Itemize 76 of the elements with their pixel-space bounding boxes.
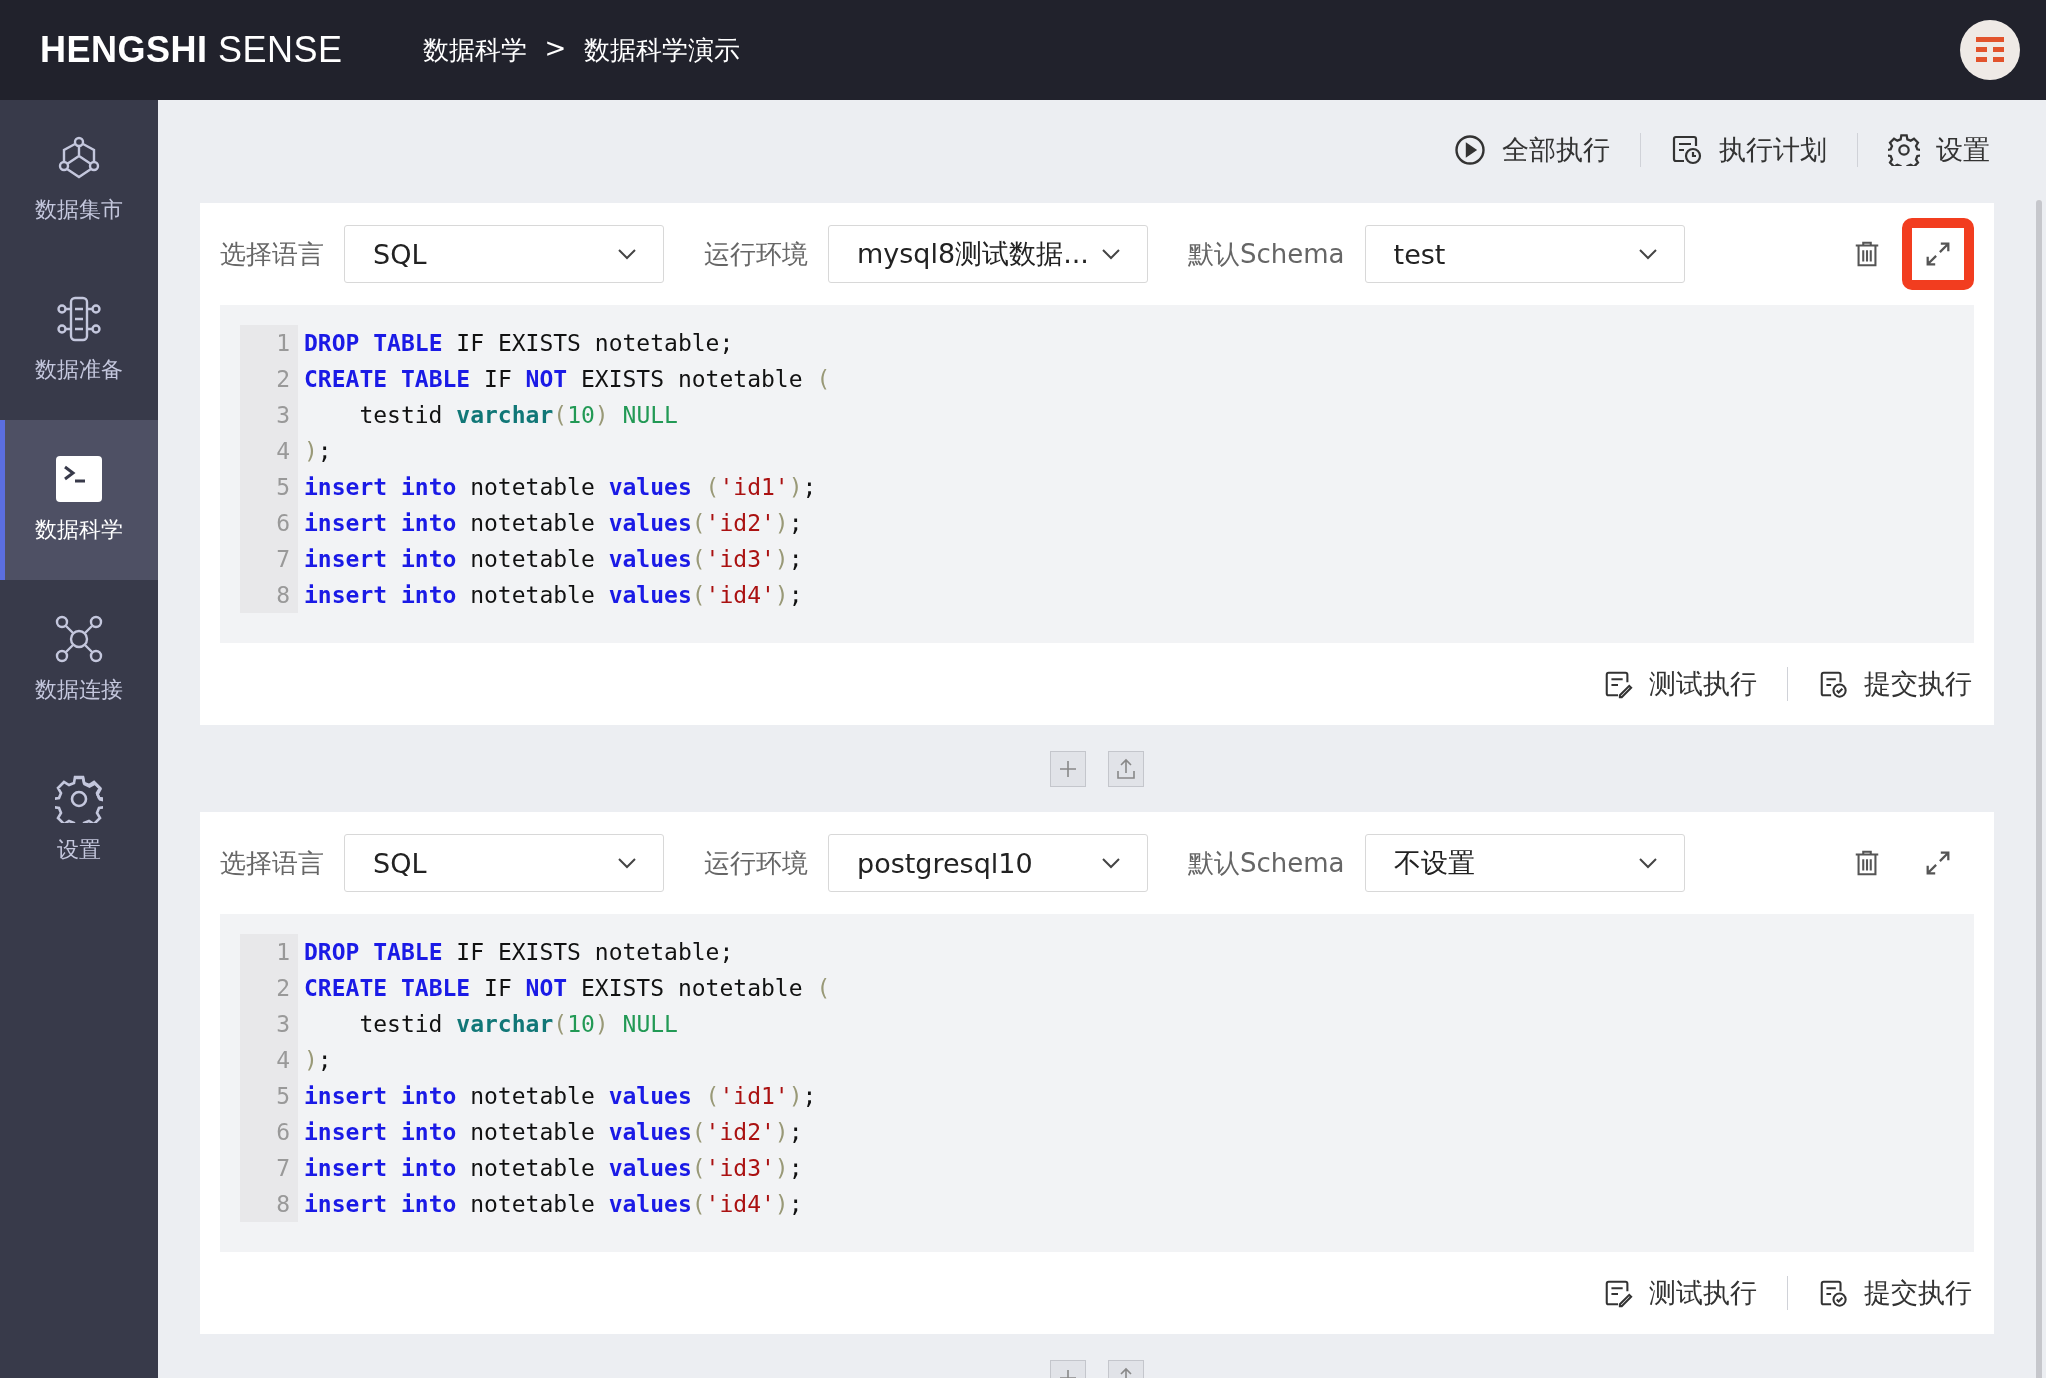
schema-select[interactable]: test: [1364, 225, 1685, 283]
code-line: DROP TABLE IF EXISTS notetable;: [304, 329, 735, 358]
line-number: 7: [276, 545, 290, 574]
code-line: );: [304, 437, 333, 466]
upload-icon: [1114, 756, 1138, 781]
sidebar-item[interactable]: 数据科学: [0, 420, 158, 580]
line-number: 5: [276, 473, 290, 502]
expand-button[interactable]: [1902, 218, 1974, 290]
line-number: 8: [276, 1190, 290, 1219]
field-label: 选择语言: [220, 237, 324, 271]
line-number: 3: [276, 1010, 290, 1039]
code-line: insert into notetable values ('id1');: [304, 473, 818, 502]
code-line: CREATE TABLE IF NOT EXISTS notetable (: [304, 974, 831, 1003]
settings-icon: [1888, 134, 1920, 166]
field-label: 默认Schema: [1188, 237, 1345, 271]
sidebar-item[interactable]: 数据准备: [0, 260, 158, 420]
line-number: 1: [276, 329, 290, 358]
code-line: insert into notetable values('id3');: [304, 545, 804, 574]
code-line: testid varchar(10) NULL: [358, 1010, 679, 1039]
line-number: 6: [276, 1118, 290, 1147]
line-number: 4: [276, 437, 290, 466]
settings-icon: [55, 775, 103, 823]
document-check-icon: [1818, 669, 1848, 699]
schema-select[interactable]: 不设置: [1364, 834, 1685, 892]
sidebar-item[interactable]: 数据连接: [0, 580, 158, 740]
line-number: 3: [276, 401, 290, 430]
environment-select[interactable]: postgresql10: [828, 834, 1148, 892]
terminal-icon: [55, 455, 103, 503]
code-line: testid varchar(10) NULL: [358, 401, 679, 430]
run-action-button[interactable]: 测试执行: [1603, 1275, 1757, 1311]
run-action-button[interactable]: 提交执行: [1818, 666, 1972, 702]
sidebar-item[interactable]: 设置: [0, 740, 158, 900]
add-cell-button[interactable]: [1050, 750, 1086, 787]
user-avatar-icon[interactable]: [1960, 20, 2020, 80]
breadcrumb-separator: >: [544, 32, 567, 65]
breadcrumb-item[interactable]: 数据科学演示: [584, 32, 741, 68]
toolbar-button[interactable]: 全部执行: [1454, 132, 1610, 168]
code-line: insert into notetable values('id4');: [304, 1190, 804, 1219]
code-line: CREATE TABLE IF NOT EXISTS notetable (: [304, 365, 831, 394]
line-number: 2: [276, 974, 290, 1003]
upload-button[interactable]: [1108, 750, 1144, 787]
line-number: 5: [276, 1082, 290, 1111]
line-number: 4: [276, 1046, 290, 1075]
code-line: insert into notetable values ('id1');: [304, 1082, 818, 1111]
code-line: insert into notetable values('id2');: [304, 1118, 804, 1147]
language-select[interactable]: SQL: [344, 834, 664, 892]
line-number: 2: [276, 365, 290, 394]
field-label: 运行环境: [704, 846, 808, 880]
stacked-nodes-icon: [55, 295, 103, 343]
line-number: 7: [276, 1154, 290, 1183]
note-pencil-icon: [1603, 1278, 1633, 1308]
note-pencil-icon: [1603, 669, 1633, 699]
code-line: insert into notetable values('id3');: [304, 1154, 804, 1183]
environment-select[interactable]: mysql8测试数据...: [828, 225, 1148, 283]
toolbar-button[interactable]: 执行计划: [1671, 132, 1827, 168]
connected-nodes-icon: [55, 615, 103, 663]
run-action-button[interactable]: 测试执行: [1603, 666, 1757, 702]
document-check-icon: [1818, 1278, 1848, 1308]
language-select[interactable]: SQL: [344, 225, 664, 283]
brand-logo: HENGSHI SENSE: [40, 29, 343, 71]
breadcrumb-item[interactable]: 数据科学: [422, 32, 527, 68]
run-action-button[interactable]: 提交执行: [1818, 1275, 1972, 1311]
line-number: 8: [276, 581, 290, 610]
field-label: 默认Schema: [1188, 846, 1345, 880]
line-number: 1: [276, 938, 290, 967]
sidebar-item[interactable]: 数据集市: [0, 100, 158, 260]
field-label: 运行环境: [704, 237, 808, 271]
field-label: 选择语言: [220, 846, 324, 880]
calendar-clock-icon: [1671, 134, 1703, 166]
code-line: DROP TABLE IF EXISTS notetable;: [304, 938, 735, 967]
code-line: insert into notetable values('id4');: [304, 581, 804, 610]
toolbar-button[interactable]: 设置: [1888, 132, 1990, 168]
code-line: );: [304, 1046, 333, 1075]
line-number: 6: [276, 509, 290, 538]
play-circle-icon: [1454, 134, 1486, 166]
code-line: insert into notetable values('id2');: [304, 509, 804, 538]
